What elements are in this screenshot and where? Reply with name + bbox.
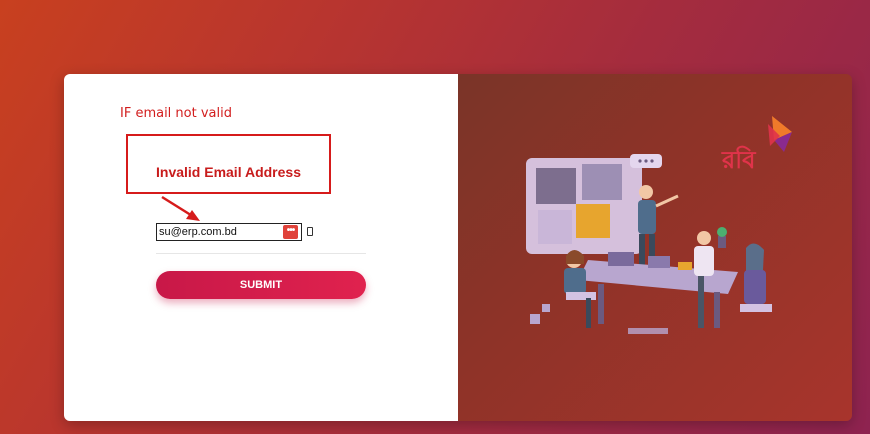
annotation-text: IF email not valid bbox=[120, 106, 232, 121]
dots-icon[interactable]: ••• bbox=[283, 225, 298, 239]
login-card: IF email not valid Invalid Email Address… bbox=[64, 74, 852, 421]
login-panel: IF email not valid Invalid Email Address… bbox=[64, 74, 458, 421]
error-highlight-box: Invalid Email Address bbox=[126, 134, 331, 194]
divider bbox=[156, 253, 366, 254]
submit-button[interactable]: SUBMIT bbox=[156, 271, 366, 299]
illustration-panel: রবি bbox=[458, 74, 852, 421]
error-message: Invalid Email Address bbox=[156, 164, 301, 180]
team-meeting-illustration bbox=[526, 154, 772, 334]
email-input[interactable] bbox=[156, 223, 302, 241]
phone-icon bbox=[307, 227, 313, 236]
arrow-icon bbox=[161, 195, 200, 221]
